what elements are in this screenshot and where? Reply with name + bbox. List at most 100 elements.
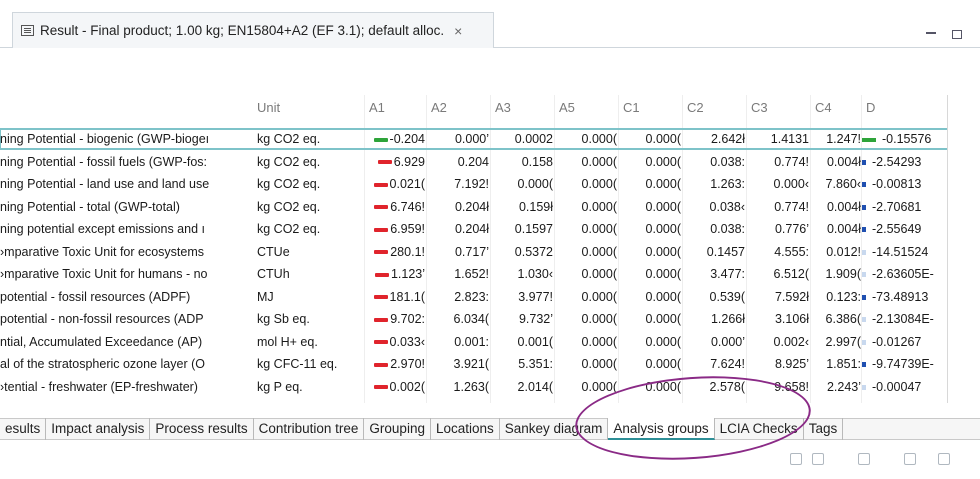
cell-c4: 0.004ł	[811, 200, 861, 214]
cell-a2: 1.263(	[427, 380, 489, 394]
column-header-a5[interactable]: A5	[559, 100, 575, 115]
contribution-bar	[373, 340, 388, 345]
table-row[interactable]: ning Potential - land use and land use kg…	[0, 174, 947, 194]
cell-c1: 0.000(	[619, 357, 681, 371]
tab-tags[interactable]: Tags	[804, 418, 844, 440]
cell-value: 0.000(	[517, 177, 553, 191]
cell-value: 0.004ł	[826, 222, 861, 236]
cell-a1: 0.021(	[365, 177, 425, 191]
cell-value: 7.592ł	[774, 289, 809, 304]
cell-a3: 0.5372	[491, 245, 553, 259]
tab-locations[interactable]: Locations	[431, 418, 500, 440]
cell-value: 0.0002	[514, 132, 553, 146]
table-row[interactable]: potential - non-fossil resources (ADP kg …	[0, 309, 947, 329]
cell-c2: 1.263:	[683, 177, 745, 191]
column-header-a1[interactable]: A1	[369, 100, 385, 115]
cell-c2: 0.1457	[683, 245, 745, 259]
cell-value: 0.5372	[514, 244, 553, 259]
table-row[interactable]: ›mparative Toxic Unit for humans - no CTU…	[0, 264, 947, 284]
cell-a2: 0.204ł	[427, 200, 489, 214]
impact-category-label: ning potential except emissions and ı	[0, 222, 205, 236]
cell-value: kg P eq.	[257, 379, 303, 394]
cell-c3: 0.002‹	[747, 335, 809, 349]
cell-a5: 0.000(	[555, 357, 617, 371]
tab-grouping[interactable]: Grouping	[364, 418, 431, 440]
cell-d: -0.01267	[862, 334, 947, 349]
cell-value: -9.74739E-	[872, 357, 934, 371]
toolbar-icon[interactable]	[904, 453, 916, 465]
cell-c4: 6.386(	[811, 312, 861, 326]
cell-unit: kg Sb eq.	[257, 312, 365, 326]
cell-a5: 0.000(	[555, 290, 617, 304]
cell-value: 0.000‹	[773, 177, 809, 191]
cell-value: 0.159ł	[518, 199, 553, 214]
table-row[interactable]: ›tential - freshwater (EP-freshwater) kg …	[0, 377, 947, 397]
cell-value: kg CO2 eq.	[257, 177, 321, 191]
impact-category-cell: ning Potential - biogenic (GWP-biogeı	[0, 132, 252, 146]
cell-a5: 0.000(	[555, 380, 617, 394]
table-row[interactable]: al of the stratospheric ozone layer (O kg…	[0, 354, 947, 374]
cell-c2: 7.624!	[683, 357, 745, 371]
table-row[interactable]: potential - fossil resources (ADPF) MJ 181…	[0, 287, 947, 307]
tab-sankey-diagram[interactable]: Sankey diagram	[500, 418, 609, 440]
table-row[interactable]: ning potential except emissions and ı kg …	[0, 219, 947, 239]
column-header-c3[interactable]: C3	[751, 100, 768, 115]
tab-lcia-checks[interactable]: LCIA Checks	[715, 418, 804, 440]
cell-value: 0.038:	[710, 154, 745, 169]
editor-tab-result[interactable]: Result - Final product; 1.00 kg; EN15804…	[12, 12, 494, 48]
tab-analysis-groups[interactable]: Analysis groups	[608, 418, 715, 440]
table-row[interactable]: ›mparative Toxic Unit for ecosystems CTUe…	[0, 242, 947, 262]
table-row[interactable]: ning Potential - total (GWP-total) kg CO2…	[0, 197, 947, 217]
minimize-icon[interactable]	[926, 32, 936, 36]
cell-c1: 0.000(	[619, 290, 681, 304]
cell-a1: -0.204	[365, 132, 425, 146]
contribution-bar	[373, 385, 388, 390]
toolbar-icon[interactable]	[812, 453, 824, 465]
cell-value: 0.000(	[581, 312, 617, 326]
results-table[interactable]: Unit A1 A2 A3 A5 C1 C2 C3 C4 D ning Potential - b…	[0, 95, 948, 403]
cell-value: 0.000(	[581, 379, 617, 394]
column-header-c1[interactable]: C1	[623, 100, 640, 115]
cell-value: 0.012!	[826, 244, 861, 259]
cell-c2: 2.578(	[683, 380, 745, 394]
cell-c3: 0.774!	[747, 200, 809, 214]
cell-a1: 0.002(	[365, 380, 425, 394]
toolbar-icon[interactable]	[938, 453, 950, 465]
cell-value: -0.01267	[872, 334, 922, 349]
cell-value: 0.776’	[774, 222, 809, 236]
column-header-a2[interactable]: A2	[431, 100, 447, 115]
toolbar-icon[interactable]	[858, 453, 870, 465]
cell-a3: 0.1597	[491, 222, 553, 236]
cell-d: -2.54293	[862, 155, 947, 169]
column-header-unit[interactable]: Unit	[257, 100, 280, 115]
column-header-c2[interactable]: C2	[687, 100, 704, 115]
cell-d: -0.00813	[862, 177, 947, 191]
tab-esults[interactable]: esults	[0, 418, 47, 440]
cell-unit: kg CO2 eq.	[257, 155, 365, 169]
cell-c3: 0.776’	[747, 222, 809, 236]
close-icon[interactable]: ×	[454, 23, 462, 39]
cell-value: 0.000(	[581, 154, 617, 169]
toolbar-icon[interactable]	[790, 453, 802, 465]
cell-value: 0.717’	[454, 244, 489, 259]
tab-impact-analysis[interactable]: Impact analysis	[46, 418, 151, 440]
maximize-icon[interactable]	[952, 30, 962, 39]
tab-process-results[interactable]: Process results	[150, 418, 254, 440]
cell-value: -0.204	[389, 132, 425, 146]
table-row[interactable]: ntial, Accumulated Exceedance (AP) mol H+…	[0, 332, 947, 352]
impact-category-cell: ›mparative Toxic Unit for humans - no	[0, 267, 252, 281]
tab-contribution-tree[interactable]: Contribution tree	[254, 418, 365, 440]
column-header-d[interactable]: D	[866, 100, 875, 115]
column-header-c4[interactable]: C4	[815, 100, 832, 115]
table-row[interactable]: ning Potential - biogenic (GWP-biogeı kg …	[0, 128, 947, 150]
cell-a3: 9.732’	[491, 312, 553, 326]
table-row[interactable]: ning Potential - fossil fuels (GWP-fos: k…	[0, 152, 947, 172]
column-header-a3[interactable]: A3	[495, 100, 511, 115]
cell-value: 0.204ł	[454, 222, 489, 236]
cell-value: kg Sb eq.	[257, 312, 310, 326]
cell-value: 0.001(	[517, 334, 553, 349]
cell-d: -2.55649	[862, 222, 947, 236]
cell-d: -0.00047	[862, 380, 947, 394]
cell-unit: kg CO2 eq.	[257, 200, 365, 214]
cell-value: 1.030‹	[517, 267, 553, 281]
